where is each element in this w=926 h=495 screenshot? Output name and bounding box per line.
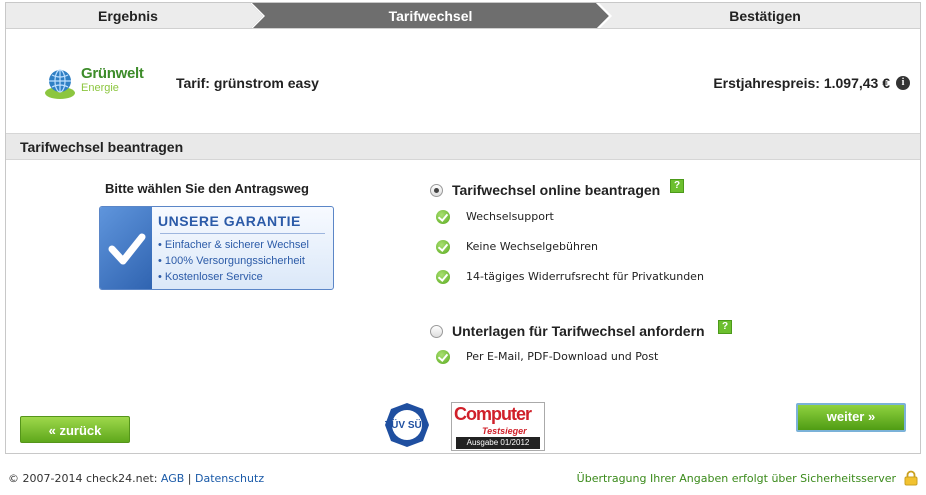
computerbild-badge: Computer Testsieger Ausgabe 01/2012 (451, 402, 545, 451)
footer-separator: | (184, 472, 196, 485)
tarif-name: Tarif: grünstrom easy (176, 75, 319, 91)
step-bar: Ergebnis Tarifwechsel Bestätigen (6, 3, 920, 29)
step-ergebnis: Ergebnis (98, 8, 158, 24)
guarantee-check-panel (100, 207, 152, 289)
next-button[interactable]: weiter » (796, 403, 906, 432)
datenschutz-link[interactable]: Datenschutz (195, 472, 264, 485)
logo-subtitle: Energie (81, 82, 119, 94)
help-icon[interactable]: ? (718, 320, 732, 334)
tuv-seal-icon: TÜV SÜD (385, 403, 429, 447)
check-icon (436, 270, 450, 284)
computerbild-issue: Ausgabe 01/2012 (456, 437, 540, 449)
feature-item: 14-tägiges Widerrufsrecht für Privatkund… (466, 270, 704, 283)
check-icon (436, 350, 450, 364)
section-title: Tarifwechsel beantragen (20, 139, 184, 155)
step-bestaetigen: Bestätigen (729, 8, 801, 24)
checkmark-icon (108, 233, 146, 265)
computerbild-title: Computer (454, 404, 532, 424)
first-year-price: Erstjahrespreis: 1.097,43 € (713, 75, 890, 91)
feature-item: Keine Wechselgebühren (466, 240, 598, 253)
globe-leaf-icon (45, 69, 75, 99)
info-icon[interactable]: i (896, 76, 910, 90)
option-request-documents-label[interactable]: Unterlagen für Tarifwechsel anfordern (452, 323, 705, 339)
guarantee-title: UNSERE GARANTIE (158, 213, 301, 229)
feature-item: Per E-Mail, PDF-Download und Post (466, 350, 659, 363)
step-tarifwechsel: Tarifwechsel (388, 8, 473, 24)
tuv-badge: TÜV SÜD (384, 402, 430, 448)
copyright-text: © 2007-2014 check24.net: (8, 472, 161, 485)
choose-label: Bitte wählen Sie den Antragsweg (105, 181, 309, 196)
main-panel: Ergebnis Tarifwechsel Bestätigen Grünwel… (5, 2, 921, 454)
section-header: Tarifwechsel beantragen (6, 133, 920, 160)
lock-icon (904, 470, 918, 486)
guarantee-item: • Einfacher & sicherer Wechsel (158, 239, 309, 251)
check-icon (436, 240, 450, 254)
back-button[interactable]: « zurück (20, 416, 130, 443)
guarantee-item: • Kostenloser Service (158, 271, 263, 283)
computerbild-award: Testsieger (482, 426, 527, 436)
option-online-apply-label[interactable]: Tarifwechsel online beantragen (452, 182, 660, 198)
check-icon (436, 210, 450, 224)
guarantee-badge: UNSERE GARANTIE • Einfacher & sicherer W… (99, 206, 334, 290)
secure-server-note: Übertragung Ihrer Angaben erfolgt über S… (576, 472, 896, 485)
logo-name: Grünwelt (81, 65, 144, 82)
radio-online-apply[interactable] (430, 184, 443, 197)
tuv-label: TÜV SÜD (385, 418, 429, 431)
agb-link[interactable]: AGB (161, 472, 184, 485)
feature-item: Wechselsupport (466, 210, 554, 223)
provider-logo: Grünwelt Energie (43, 65, 153, 99)
help-icon[interactable]: ? (670, 179, 684, 193)
guarantee-item: • 100% Versorgungssicherheit (158, 255, 305, 267)
guarantee-divider (160, 233, 325, 234)
footer-links: © 2007-2014 check24.net: AGB | Datenschu… (8, 472, 264, 485)
radio-request-documents[interactable] (430, 325, 443, 338)
